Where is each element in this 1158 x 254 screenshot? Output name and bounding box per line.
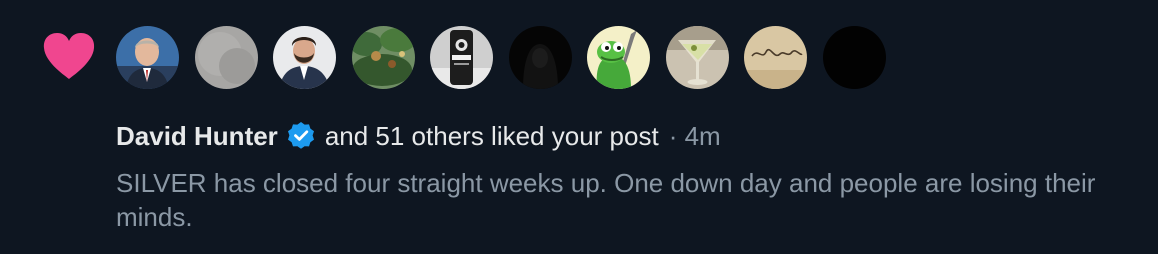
avatar[interactable] bbox=[430, 26, 493, 89]
heart-icon bbox=[43, 33, 95, 79]
avatar[interactable] bbox=[351, 26, 415, 89]
avatar[interactable] bbox=[508, 26, 572, 89]
avatar[interactable] bbox=[587, 26, 650, 89]
separator: · bbox=[668, 121, 678, 151]
avatar[interactable] bbox=[116, 26, 179, 89]
action-text: and 51 others liked your post bbox=[324, 121, 659, 151]
avatar[interactable] bbox=[822, 26, 886, 89]
author-name[interactable]: David Hunter bbox=[116, 117, 278, 155]
verified-badge-icon bbox=[286, 121, 316, 151]
avatar[interactable] bbox=[194, 26, 258, 89]
post-text[interactable]: SILVER has closed four straight weeks up… bbox=[116, 166, 1126, 234]
like-notification[interactable]: David Hunter and 51 others liked your po… bbox=[0, 0, 1158, 254]
liker-avatars bbox=[116, 26, 886, 89]
avatar[interactable] bbox=[273, 26, 336, 89]
timestamp[interactable]: 4m bbox=[685, 121, 721, 151]
notification-summary: David Hunter and 51 others liked your po… bbox=[116, 117, 721, 155]
meta: · 4m bbox=[669, 117, 721, 155]
avatar[interactable] bbox=[665, 26, 729, 89]
avatar[interactable] bbox=[744, 26, 807, 89]
